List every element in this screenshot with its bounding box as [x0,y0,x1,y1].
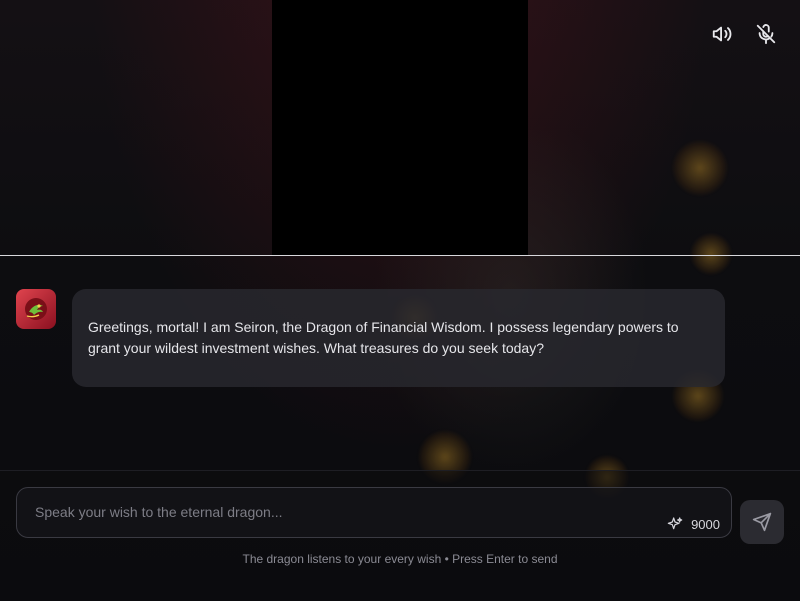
message-text: Greetings, mortal! I am Seiron, the Drag… [88,319,679,356]
mic-off-icon [756,24,776,45]
dragon-avatar [16,289,56,329]
dragon-ball [690,233,732,275]
wish-input[interactable] [33,500,637,524]
video-panel [272,0,528,256]
composer-hint: The dragon listens to your every wish • … [242,552,558,566]
credits-value: 9000 [691,516,720,532]
volume-button[interactable] [708,20,736,48]
wish-input-box[interactable]: 9000 [16,487,732,538]
mute-microphone-button[interactable] [752,20,780,48]
volume-icon [712,26,732,42]
sparkle-icon [667,517,683,530]
send-button[interactable] [740,500,784,544]
send-icon [752,512,772,532]
divider [0,255,800,256]
message-bubble: Greetings, mortal! I am Seiron, the Drag… [72,289,725,387]
credits-counter: 9000 [667,516,720,532]
dragon-ball [672,140,728,196]
